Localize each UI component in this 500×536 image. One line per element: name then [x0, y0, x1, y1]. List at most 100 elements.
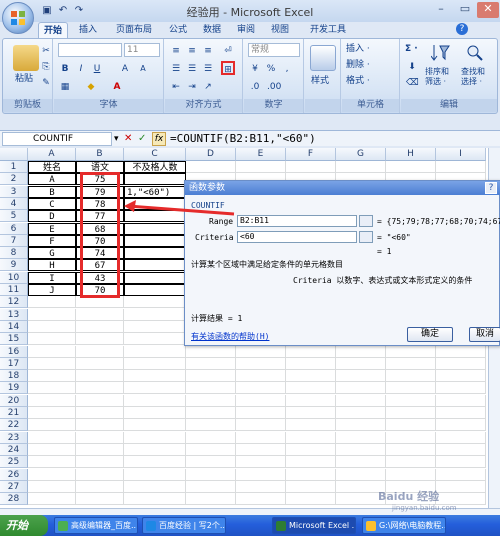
- row-header-23[interactable]: 23: [0, 431, 28, 444]
- cell-c28[interactable]: [124, 493, 186, 506]
- help-icon[interactable]: ?: [456, 23, 468, 35]
- cell-d18[interactable]: [186, 370, 236, 383]
- comma-button[interactable]: ,: [280, 61, 294, 75]
- cell-a21[interactable]: [28, 407, 76, 419]
- currency-icon[interactable]: ¥: [248, 61, 262, 75]
- cell-e16[interactable]: [236, 345, 286, 358]
- grow-font-button[interactable]: A: [118, 61, 132, 75]
- cancel-icon[interactable]: ✕: [124, 133, 132, 144]
- cell-b19[interactable]: [76, 382, 124, 395]
- cell-b18[interactable]: [76, 370, 124, 383]
- cell-f23[interactable]: [286, 431, 336, 444]
- align-middle-icon[interactable]: ≡: [185, 43, 199, 57]
- task-editor[interactable]: 高级编辑器_百度...: [54, 517, 138, 534]
- cell-a8[interactable]: G: [28, 247, 76, 260]
- cell-h20[interactable]: [386, 394, 436, 407]
- row-header-22[interactable]: 22: [0, 419, 28, 432]
- function-help-link[interactable]: 有关该函数的帮助(H): [191, 331, 269, 342]
- row-header-6[interactable]: 6: [0, 222, 28, 235]
- cell-i26[interactable]: [436, 468, 486, 481]
- cell-g25[interactable]: [336, 456, 386, 469]
- cell-g21[interactable]: [336, 407, 386, 419]
- criteria-input[interactable]: <60: [237, 231, 357, 243]
- cell-b15[interactable]: [76, 333, 124, 346]
- cell-c23[interactable]: [124, 431, 186, 444]
- cell-e17[interactable]: [236, 357, 286, 370]
- cell-c21[interactable]: [124, 407, 186, 419]
- format-painter-icon[interactable]: ✎: [39, 75, 53, 89]
- range-input[interactable]: B2:B11: [237, 215, 357, 227]
- paste-icon[interactable]: [13, 45, 39, 71]
- column-header-b[interactable]: B: [76, 148, 124, 161]
- undo-icon[interactable]: ↶: [56, 4, 70, 18]
- column-header-f[interactable]: F: [286, 148, 336, 161]
- start-button[interactable]: 开始: [0, 515, 48, 536]
- row-header-14[interactable]: 14: [0, 320, 28, 333]
- row-header-20[interactable]: 20: [0, 394, 28, 407]
- cell-e22[interactable]: [236, 419, 286, 432]
- cell-c6[interactable]: [124, 222, 186, 235]
- cell-h23[interactable]: [386, 431, 436, 444]
- cell-d21[interactable]: [186, 407, 236, 419]
- cell-a27[interactable]: [28, 480, 76, 493]
- cell-c22[interactable]: [124, 419, 186, 432]
- name-box[interactable]: COUNTIF: [2, 132, 112, 146]
- cell-g17[interactable]: [336, 357, 386, 370]
- row-header-17[interactable]: 17: [0, 357, 28, 370]
- cell-b16[interactable]: [76, 345, 124, 358]
- cell-f27[interactable]: [286, 480, 336, 493]
- row-header-8[interactable]: 8: [0, 247, 28, 260]
- cell-i17[interactable]: [436, 357, 486, 370]
- cell-b23[interactable]: [76, 431, 124, 444]
- row-header-11[interactable]: 11: [0, 284, 28, 296]
- cell-e18[interactable]: [236, 370, 286, 383]
- cell-a5[interactable]: D: [28, 210, 76, 223]
- cell-i27[interactable]: [436, 480, 486, 493]
- row-header-18[interactable]: 18: [0, 370, 28, 383]
- cell-f1[interactable]: [286, 161, 336, 173]
- percent-button[interactable]: %: [264, 61, 278, 75]
- cell-f28[interactable]: [286, 493, 336, 506]
- cell-f22[interactable]: [286, 419, 336, 432]
- align-right-icon[interactable]: ☰: [201, 61, 215, 75]
- cell-d23[interactable]: [186, 431, 236, 444]
- cell-e26[interactable]: [236, 468, 286, 481]
- row-header-12[interactable]: 12: [0, 296, 28, 309]
- cell-d28[interactable]: [186, 493, 236, 506]
- row-header-7[interactable]: 7: [0, 234, 28, 247]
- cell-f24[interactable]: [286, 443, 336, 456]
- cell-a11[interactable]: J: [28, 284, 76, 296]
- cell-h24[interactable]: [386, 443, 436, 456]
- row-header-26[interactable]: 26: [0, 468, 28, 481]
- cell-a23[interactable]: [28, 431, 76, 444]
- cell-e24[interactable]: [236, 443, 286, 456]
- cell-g18[interactable]: [336, 370, 386, 383]
- number-format-box[interactable]: 常规: [248, 43, 300, 57]
- align-top-icon[interactable]: ≡: [169, 43, 183, 57]
- row-header-2[interactable]: 2: [0, 173, 28, 186]
- cell-b25[interactable]: [76, 456, 124, 469]
- row-header-5[interactable]: 5: [0, 210, 28, 223]
- cell-c16[interactable]: [124, 345, 186, 358]
- cell-e20[interactable]: [236, 394, 286, 407]
- cell-a1[interactable]: 姓名: [28, 161, 76, 173]
- column-header-d[interactable]: D: [186, 148, 236, 161]
- cell-a15[interactable]: [28, 333, 76, 346]
- cell-b20[interactable]: [76, 394, 124, 407]
- cell-c8[interactable]: [124, 247, 186, 260]
- column-header-c[interactable]: C: [124, 148, 186, 161]
- column-header-a[interactable]: A: [28, 148, 76, 161]
- cell-h21[interactable]: [386, 407, 436, 419]
- criteria-collapse-icon[interactable]: [359, 231, 373, 243]
- cell-d27[interactable]: [186, 480, 236, 493]
- row-header-25[interactable]: 25: [0, 456, 28, 469]
- cell-a16[interactable]: [28, 345, 76, 358]
- wrap-text-icon[interactable]: ⏎: [221, 43, 235, 57]
- cell-h26[interactable]: [386, 468, 436, 481]
- cell-c15[interactable]: [124, 333, 186, 346]
- align-left-icon[interactable]: ☰: [169, 61, 183, 75]
- cell-c14[interactable]: [124, 320, 186, 333]
- cell-g26[interactable]: [336, 468, 386, 481]
- cell-b28[interactable]: [76, 493, 124, 506]
- cell-c4[interactable]: [124, 197, 186, 210]
